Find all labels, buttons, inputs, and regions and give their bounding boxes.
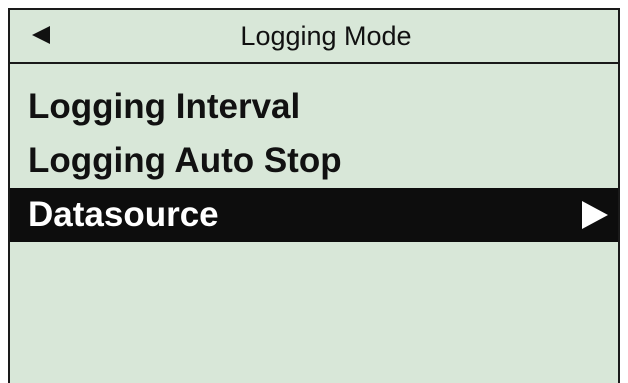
menu-item-datasource[interactable]: Datasource (10, 188, 618, 242)
menu-item-label: Logging Auto Stop (28, 141, 342, 180)
menu-list: Logging Interval Logging Auto Stop Datas… (10, 80, 618, 242)
page-title: Logging Mode (240, 21, 412, 51)
submenu-arrow-icon (582, 201, 608, 229)
menu-item-label: Logging Interval (28, 87, 301, 126)
header-bar: Logging Mode (10, 10, 618, 64)
menu-item-logging-interval[interactable]: Logging Interval (10, 80, 618, 134)
menu-item-logging-auto-stop[interactable]: Logging Auto Stop (10, 134, 618, 188)
menu-item-label: Datasource (28, 195, 219, 234)
device-screen: Logging Mode Logging Interval Logging Au… (8, 8, 620, 383)
